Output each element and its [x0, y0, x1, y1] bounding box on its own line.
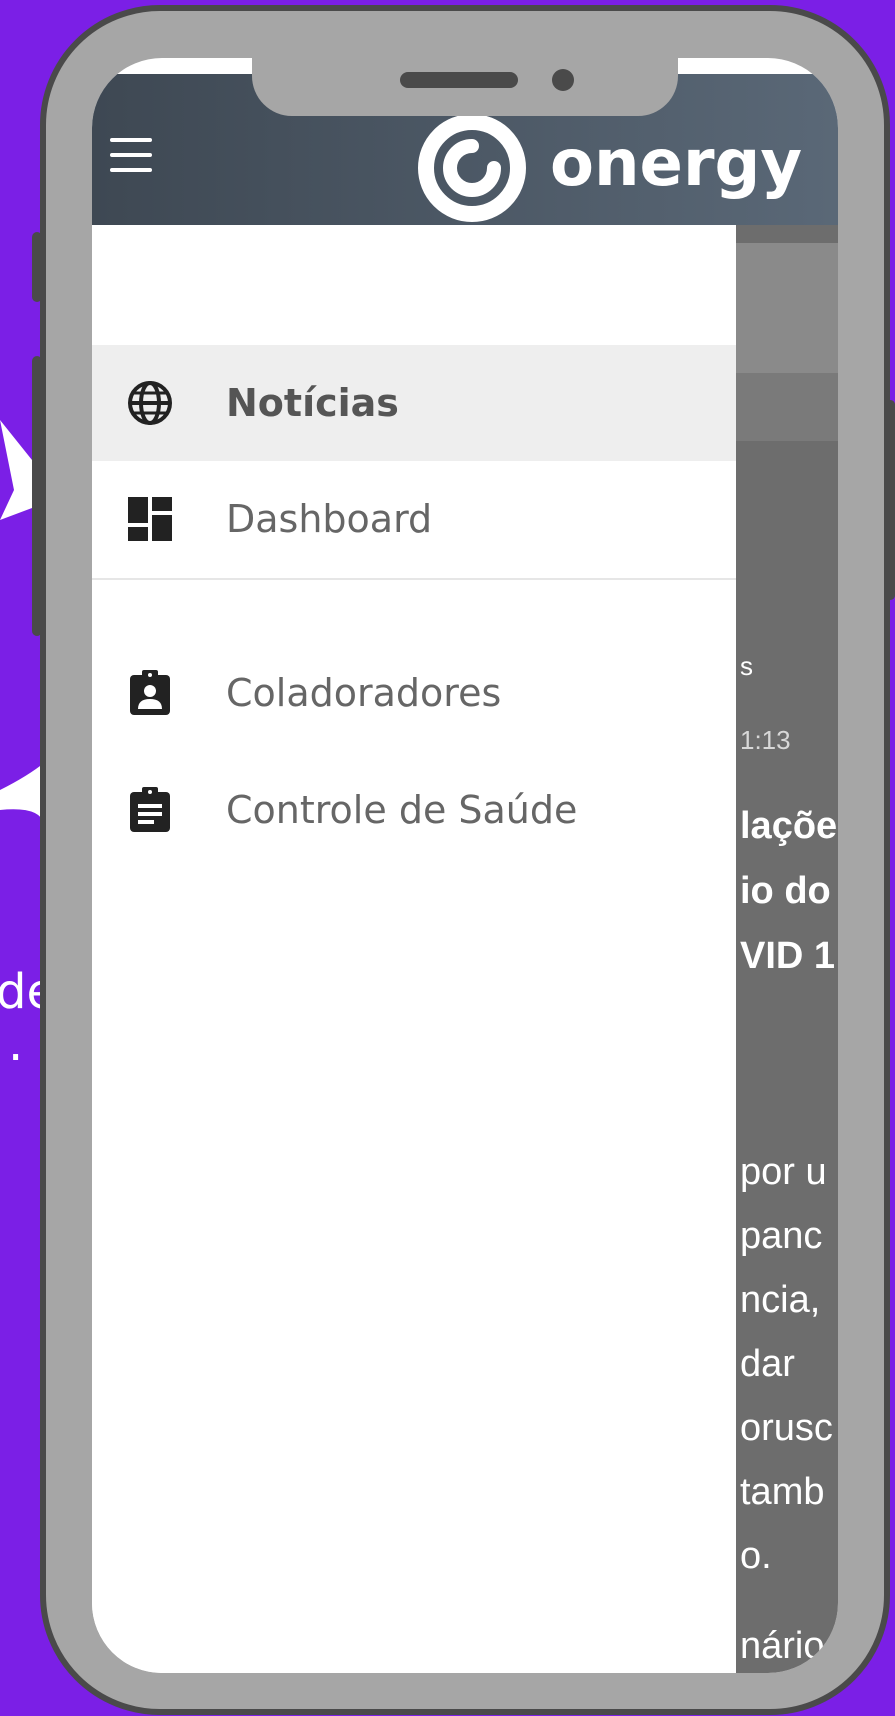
content-card [736, 243, 838, 373]
drawer-item-label: Dashboard [226, 497, 433, 541]
onergy-logo-icon [418, 114, 526, 222]
content-body: o. [740, 1535, 772, 1577]
drawer-item-label: Notícias [226, 381, 399, 425]
content-timestamp: 1:13 [740, 725, 791, 755]
drawer-item-noticias[interactable]: Notícias [92, 345, 736, 461]
phone-screen: onergy s 1:13 laçõe io do VID 1 por u pa… [92, 58, 838, 1673]
content-title: io do [740, 870, 831, 912]
content-body: ncia, [740, 1279, 821, 1321]
clipboard-icon [130, 787, 170, 832]
content-text: s [740, 651, 753, 681]
menu-icon[interactable] [110, 138, 152, 172]
content-body: nário [740, 1625, 825, 1667]
badge-icon [130, 670, 170, 715]
drawer-item-label: Coladoradores [226, 671, 502, 715]
brand-logo: onergy [414, 114, 803, 222]
drawer-item-coladoradores[interactable]: Coladoradores [92, 635, 736, 751]
phone-camera [552, 69, 574, 91]
drawer-item-controle-de-saude[interactable]: Controle de Saúde [92, 752, 736, 868]
background-text-fragment: . [8, 1016, 24, 1072]
content-card [736, 373, 838, 441]
drawer-item-label: Controle de Saúde [226, 788, 578, 832]
navigation-drawer: Notícias Dashboard Coladoradores Control… [92, 225, 736, 1673]
content-body: panc [740, 1215, 823, 1257]
drawer-item-dashboard[interactable]: Dashboard [92, 461, 736, 577]
brand-name: onergy [550, 127, 803, 201]
dashboard-icon [128, 497, 172, 541]
content-body: orusc [740, 1407, 833, 1449]
globe-icon [128, 381, 172, 425]
content-title: VID 1 [740, 935, 836, 977]
main-content-peek: s 1:13 laçõe io do VID 1 por u panc ncia… [736, 225, 838, 1673]
content-body: dar [740, 1343, 795, 1385]
content-body: por u [740, 1151, 827, 1193]
content-body: tamb [740, 1471, 825, 1513]
phone-speaker [400, 72, 518, 88]
content-title: laçõe [740, 805, 838, 847]
drawer-divider [92, 578, 736, 580]
